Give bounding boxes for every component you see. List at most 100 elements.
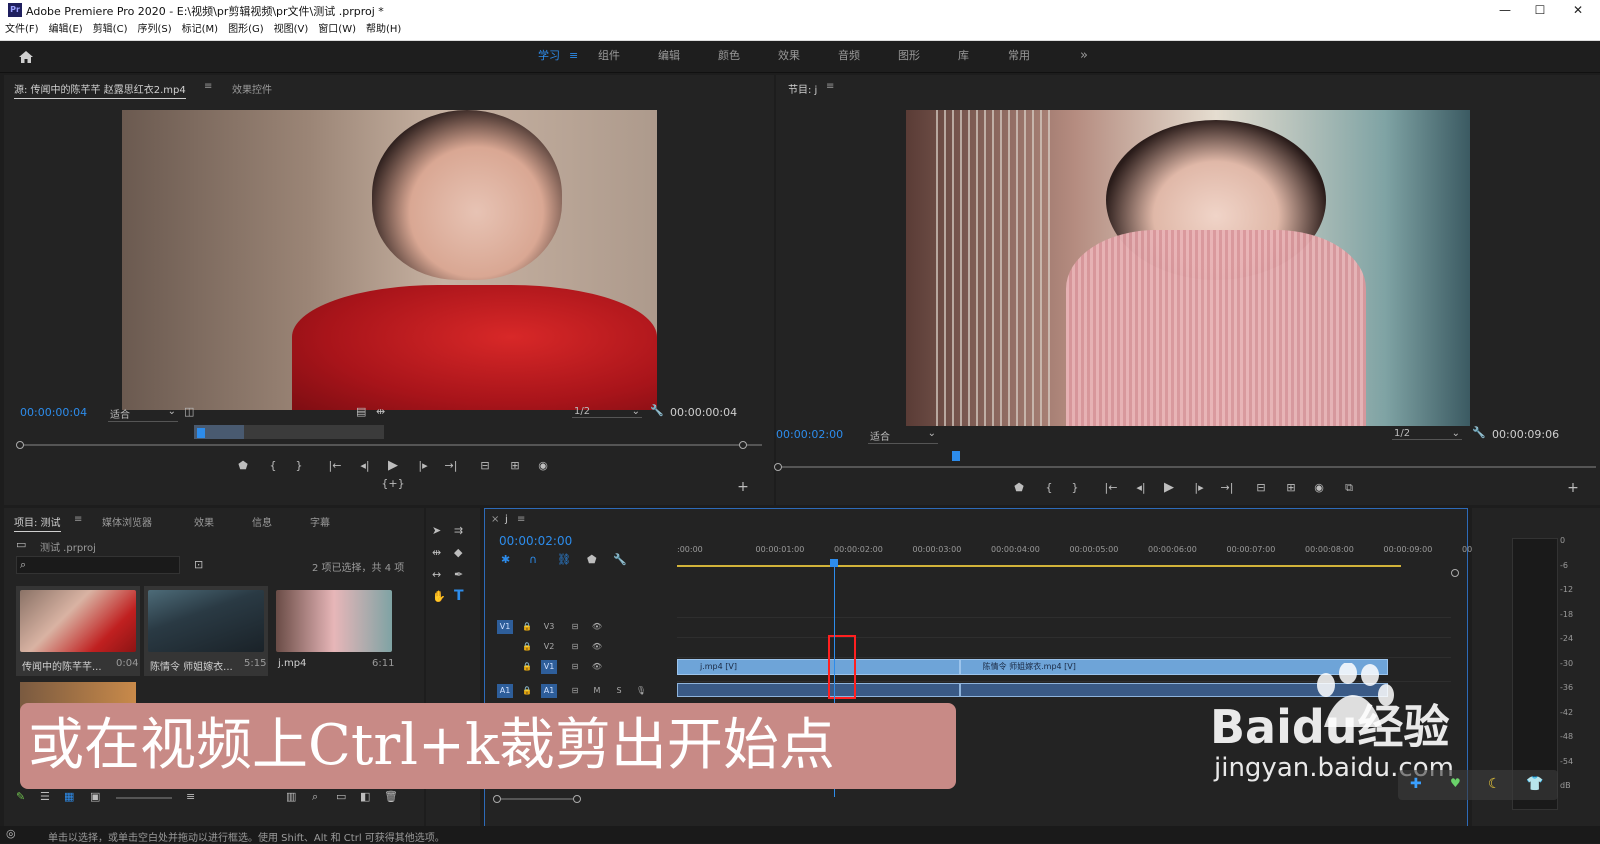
program-scrubber[interactable]: [776, 466, 1596, 468]
timeline-settings-icon[interactable]: 🔧: [613, 553, 627, 566]
step-forward-button[interactable]: |▸: [412, 459, 434, 472]
track-target-v1[interactable]: V1: [541, 660, 557, 674]
solo-button[interactable]: S: [611, 684, 627, 698]
comparison-view-button[interactable]: ⧉: [1338, 481, 1360, 495]
overwrite-button[interactable]: ⊞: [504, 459, 526, 472]
mark-in-button[interactable]: {: [1038, 481, 1060, 494]
ripple-edit-tool-icon[interactable]: ⇹: [432, 546, 441, 559]
source-tab[interactable]: 源: 传闻中的陈芊芊 赵露思红衣2.mp4: [14, 81, 186, 99]
menu-view[interactable]: 视图(V): [269, 20, 314, 40]
thumbnail-size-slider[interactable]: [116, 797, 172, 799]
nest-icon[interactable]: ✱: [501, 553, 510, 566]
lock-icon[interactable]: 🔒: [519, 684, 535, 698]
export-frame-button[interactable]: ◉: [1308, 481, 1330, 494]
linked-selection-icon[interactable]: ⛓: [557, 553, 571, 566]
moon-icon[interactable]: ☾: [1488, 776, 1501, 792]
voiceover-mic-icon[interactable]: 🎙: [633, 684, 649, 698]
home-icon[interactable]: [18, 49, 34, 63]
minimize-button[interactable]: —: [1487, 0, 1523, 20]
sort-icon[interactable]: ≡: [186, 790, 195, 803]
insert-button[interactable]: ⊟: [474, 459, 496, 472]
timeline-timecode[interactable]: 00:00:02:00: [499, 534, 572, 548]
step-forward-button[interactable]: |▸: [1188, 481, 1210, 494]
project-tab[interactable]: 项目: 测试: [14, 514, 61, 532]
mute-button[interactable]: M: [589, 684, 605, 698]
program-zoom-handle-left[interactable]: [774, 463, 782, 471]
track-target-v3[interactable]: V3: [541, 620, 557, 634]
go-to-out-button[interactable]: →|: [1216, 481, 1238, 494]
project-tab-menu-icon[interactable]: ≡: [74, 514, 82, 525]
track-select-tool-icon[interactable]: ⇉: [454, 524, 463, 537]
snap-icon[interactable]: ∩: [529, 553, 537, 566]
pen-tool-icon[interactable]: ✒: [454, 568, 463, 581]
selection-tool-icon[interactable]: ➤: [432, 524, 441, 537]
step-back-button[interactable]: ◂|: [354, 459, 376, 472]
drag-video-icon[interactable]: ▤: [356, 405, 366, 418]
mark-out-button[interactable]: }: [288, 459, 310, 472]
workspace-common[interactable]: 常用: [1008, 41, 1030, 71]
workspace-graphics[interactable]: 图形: [898, 41, 920, 71]
type-tool-icon[interactable]: T: [454, 588, 464, 604]
source-timecode[interactable]: 00:00:00:04: [20, 406, 87, 419]
razor-tool-icon[interactable]: ◆: [454, 546, 462, 559]
slip-tool-icon[interactable]: ↔: [432, 568, 441, 581]
close-button[interactable]: ✕: [1560, 0, 1596, 20]
workspace-color[interactable]: 颜色: [718, 41, 740, 71]
program-timecode[interactable]: 00:00:02:00: [776, 428, 843, 441]
program-video-frame[interactable]: [906, 110, 1470, 426]
menu-clip[interactable]: 剪辑(C): [88, 20, 133, 40]
trash-icon[interactable]: 🗑: [384, 790, 398, 803]
source-tab-menu-icon[interactable]: ≡: [204, 81, 212, 92]
shirt-icon[interactable]: 👕: [1526, 776, 1543, 792]
new-item-icon[interactable]: ◧: [360, 790, 370, 803]
media-browser-tab[interactable]: 媒体浏览器: [102, 514, 152, 529]
menu-sequence[interactable]: 序列(S): [132, 20, 176, 40]
maximize-button[interactable]: ☐: [1522, 0, 1558, 20]
eye-icon[interactable]: 👁: [589, 660, 605, 674]
work-area-bar[interactable]: [677, 565, 1401, 567]
more-workspaces-icon[interactable]: »: [1080, 41, 1088, 71]
program-tab[interactable]: 节目: j: [788, 81, 817, 96]
menu-window[interactable]: 窗口(W): [313, 20, 361, 40]
extract-button[interactable]: ⊞: [1280, 481, 1302, 494]
mark-in-button[interactable]: {: [262, 459, 284, 472]
project-search-input[interactable]: ⌕: [16, 556, 180, 574]
workspace-editing[interactable]: 编辑: [658, 41, 680, 71]
lock-icon[interactable]: 🔒: [519, 620, 535, 634]
new-bin-icon[interactable]: ▭: [336, 790, 346, 803]
source-patch-v1[interactable]: V1: [497, 620, 513, 634]
mark-out-button[interactable]: }: [1064, 481, 1086, 494]
source-scrubber[interactable]: [18, 444, 762, 446]
drag-audio-icon[interactable]: ⇹: [376, 405, 385, 418]
menu-help[interactable]: 帮助(H): [361, 20, 406, 40]
project-item[interactable]: 陈情令 师姐嫁衣... 5:15: [144, 586, 268, 676]
workspace-audio[interactable]: 音频: [838, 41, 860, 71]
time-ruler[interactable]: :00:00 00:00:01:00 00:00:02:00 00:00:03:00 0…: [677, 539, 1472, 569]
add-marker-button[interactable]: ⬟: [232, 459, 254, 472]
menu-file[interactable]: 文件(F): [0, 20, 44, 40]
safe-margins-icon[interactable]: ◫: [184, 405, 194, 418]
timeline-tab[interactable]: j: [505, 514, 508, 525]
source-zoom-handle-right[interactable]: [739, 441, 747, 449]
export-frame-button[interactable]: ◉: [532, 459, 554, 472]
source-video-frame[interactable]: [122, 110, 657, 410]
source-patch-a1[interactable]: A1: [497, 684, 513, 698]
add-icon[interactable]: ✚: [1410, 776, 1422, 792]
source-add-button[interactable]: +: [732, 479, 754, 495]
program-fit-dropdown[interactable]: 适合 ⌄: [868, 428, 938, 444]
source-zoom-handle-left[interactable]: [16, 441, 24, 449]
sync-lock-icon[interactable]: ⊟: [567, 640, 583, 654]
workspace-learn[interactable]: 学习: [538, 41, 560, 71]
automate-sequence-icon[interactable]: ▥: [286, 790, 296, 803]
program-add-button[interactable]: +: [1562, 480, 1584, 496]
play-button[interactable]: ▶: [382, 458, 404, 473]
effect-controls-tab[interactable]: 效果控件: [232, 81, 272, 96]
workspace-assembly[interactable]: 组件: [598, 41, 620, 71]
add-marker-icon[interactable]: ⬟: [587, 553, 597, 566]
pencil-icon[interactable]: ✎: [16, 790, 25, 803]
list-view-icon[interactable]: ☰: [40, 790, 50, 803]
lock-icon[interactable]: 🔒: [519, 660, 535, 674]
new-bin-icon[interactable]: ⊡: [194, 558, 203, 571]
add-marker-button[interactable]: ⬟: [1008, 481, 1030, 494]
vertical-zoom-handle[interactable]: [1451, 569, 1459, 577]
